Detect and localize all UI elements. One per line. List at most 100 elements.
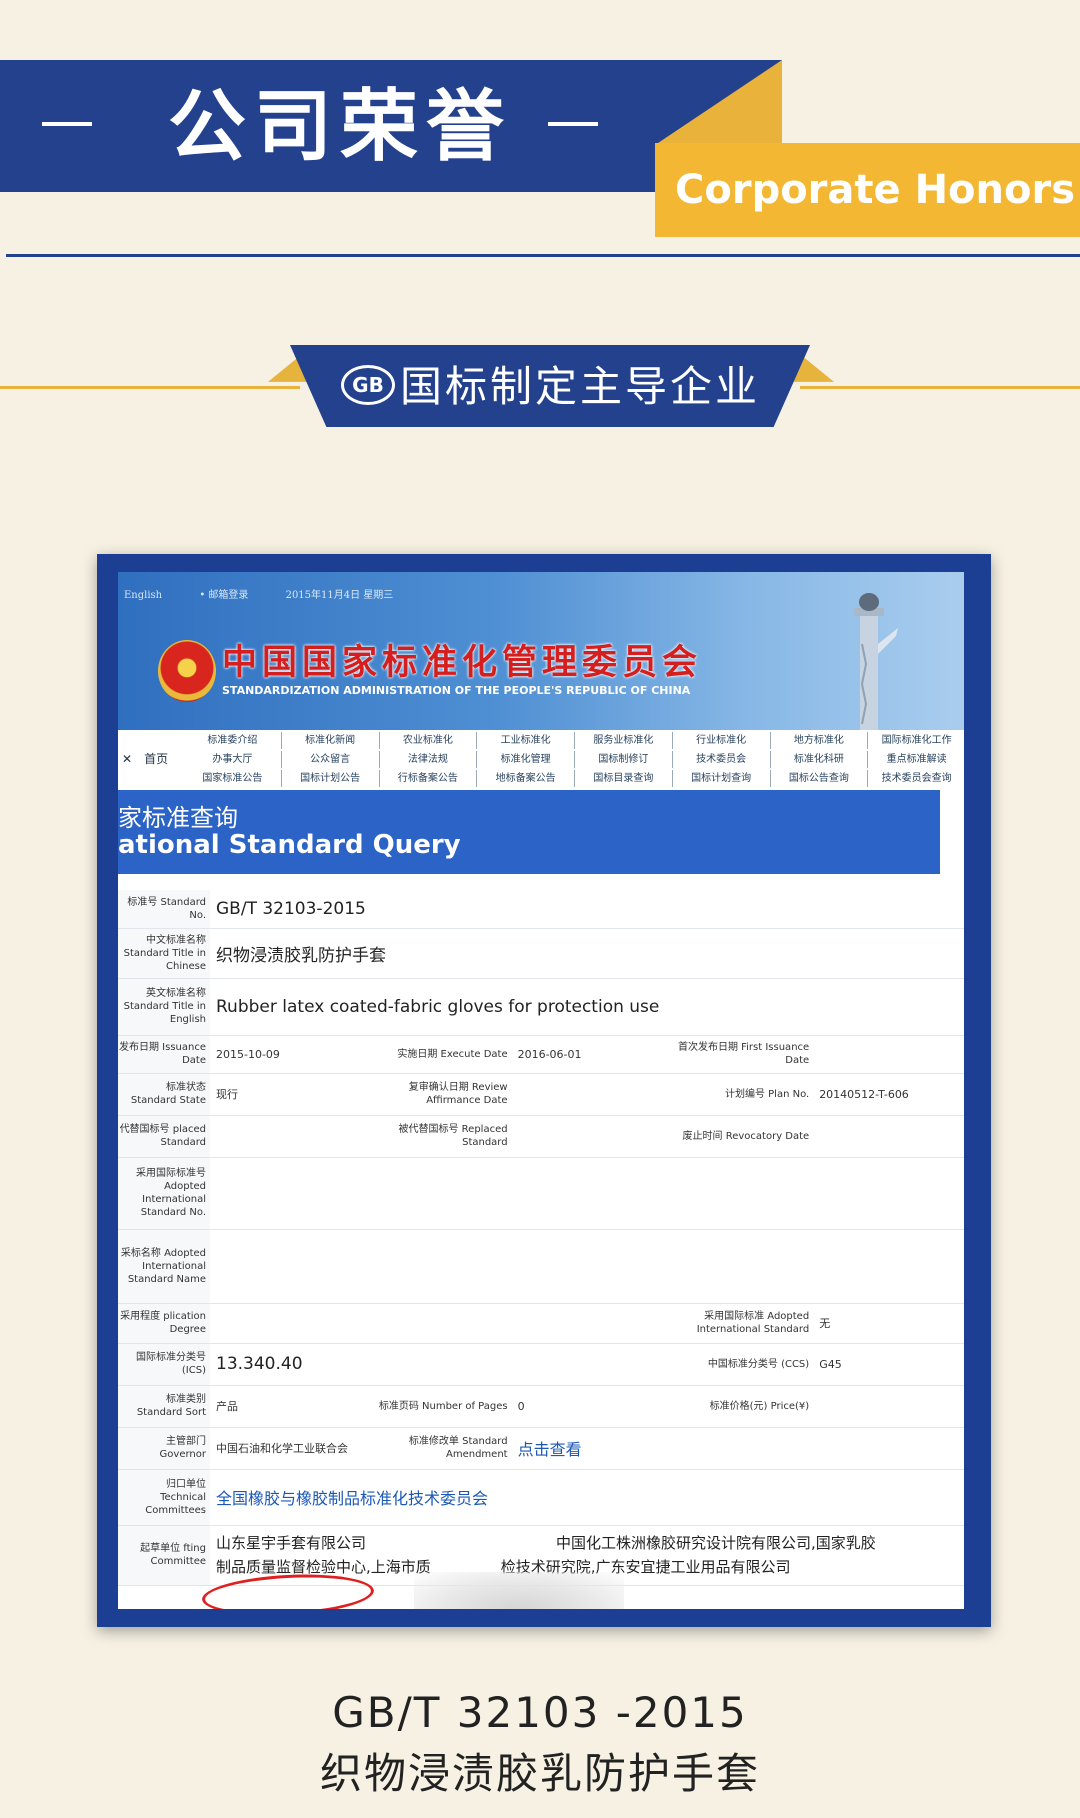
table-row: 国际标准分类号 (ICS) 13.340.40 中国标准分类号 (CCS) G4… bbox=[118, 1343, 964, 1386]
nav-item[interactable]: 国标制修订 bbox=[575, 751, 673, 768]
page-title: 公司荣誉 bbox=[168, 82, 513, 172]
site-title: 中国国家标准化管理委员会 bbox=[222, 642, 703, 683]
nav-item[interactable]: 行标备案公告 bbox=[380, 770, 478, 787]
state-label: 标准状态 Standard State bbox=[118, 1073, 210, 1116]
query-title-bar: 家标准查询 ational Standard Query bbox=[118, 790, 940, 874]
drafting-label: 起草单位 fting Committee bbox=[118, 1525, 210, 1586]
ics-value: 13.340.40 bbox=[210, 1343, 663, 1386]
site-header: English • 邮箱登录 2015年11月4日 星期三 中国国家标准化管理委… bbox=[118, 572, 964, 730]
nav-item[interactable]: 农业标准化 bbox=[380, 732, 478, 749]
nav-item[interactable]: 法律法规 bbox=[380, 751, 478, 768]
issuance-label: 发布日期 Issuance Date bbox=[118, 1035, 210, 1074]
topbar-english-link[interactable]: English bbox=[124, 590, 162, 601]
query-title-en: ational Standard Query bbox=[118, 830, 461, 860]
title-cn-label: 中文标准名称 Standard Title in Chinese bbox=[118, 928, 210, 979]
pages-label: 标准页码 Number of Pages bbox=[360, 1385, 512, 1428]
nav-item[interactable]: 标准化新闻 bbox=[282, 732, 380, 749]
page-subtitle-en: Corporate Honors bbox=[675, 167, 1076, 213]
nav-home-label: 首页 bbox=[144, 752, 169, 766]
ccs-label: 中国标准分类号 (CCS) bbox=[662, 1343, 814, 1386]
nav-item[interactable]: 服务业标准化 bbox=[575, 732, 673, 749]
replaced2-value bbox=[511, 1115, 663, 1158]
issuance-value: 2015-10-09 bbox=[210, 1035, 361, 1074]
table-row: 标准类别 Standard Sort 产品 标准页码 Number of Pag… bbox=[118, 1385, 964, 1428]
divider bbox=[6, 254, 1080, 257]
plan-label: 计划编号 Plan No. bbox=[662, 1073, 814, 1116]
revocatory-value bbox=[813, 1115, 964, 1158]
degree-value bbox=[210, 1303, 663, 1344]
price-label: 标准价格(元) Price(¥) bbox=[662, 1385, 814, 1428]
degree-label: 采用程度 plication Degree bbox=[118, 1303, 210, 1344]
ccs-value: G45 bbox=[813, 1343, 964, 1386]
screenshot-frame: English • 邮箱登录 2015年11月4日 星期三 中国国家标准化管理委… bbox=[97, 554, 991, 1627]
nav-item[interactable]: 国际标准化工作 bbox=[868, 732, 964, 749]
table-row: 标准号 Standard No. GB/T 32103-2015 bbox=[118, 890, 964, 929]
topbar-mail-login[interactable]: • 邮箱登录 bbox=[199, 590, 248, 601]
drafting-company-1: 山东星宇手套有限公司 bbox=[216, 1534, 367, 1552]
nav-item[interactable]: 技术委员会查询 bbox=[868, 770, 964, 787]
national-emblem-icon bbox=[158, 640, 216, 702]
standard-query-screenshot: English • 邮箱登录 2015年11月4日 星期三 中国国家标准化管理委… bbox=[118, 572, 964, 1609]
nav-item[interactable]: 国标目录查询 bbox=[575, 770, 673, 787]
site-nav: ✕ 首页 标准委介绍 标准化新闻 农业标准化 工业标准化 服务业标准化 行业标准化… bbox=[118, 730, 964, 790]
pages-value: 0 bbox=[511, 1385, 663, 1428]
topbar-date: 2015年11月4日 星期三 bbox=[285, 590, 394, 601]
nav-item[interactable]: 国标计划公告 bbox=[282, 770, 380, 787]
nav-item[interactable]: 公众留言 bbox=[282, 751, 380, 768]
nav-item[interactable]: 国标公告查询 bbox=[771, 770, 869, 787]
replaced-label: 代替国标号 placed Standard bbox=[118, 1115, 210, 1158]
gb-logo-icon: GB bbox=[341, 365, 395, 405]
nav-home[interactable]: ✕ 首页 bbox=[122, 750, 168, 767]
caption-standard-no: GB/T 32103 -2015 bbox=[332, 1688, 748, 1737]
nav-item[interactable]: 国家标准公告 bbox=[184, 770, 282, 787]
nav-item[interactable]: 标准化管理 bbox=[477, 751, 575, 768]
adopted-no-label: 采用国际标准号 Adopted International Standard N… bbox=[118, 1157, 210, 1230]
nav-item[interactable]: 工业标准化 bbox=[477, 732, 575, 749]
nav-grid: 标准委介绍 标准化新闻 农业标准化 工业标准化 服务业标准化 行业标准化 地方标… bbox=[184, 732, 964, 787]
site-topbar: English • 邮箱登录 2015年11月4日 星期三 bbox=[124, 586, 427, 601]
nav-item[interactable]: 办事大厅 bbox=[184, 751, 282, 768]
amendment-label: 标准修改单 Standard Amendment bbox=[360, 1427, 512, 1470]
title-en-value: Rubber latex coated-fabric gloves for pr… bbox=[210, 978, 964, 1036]
nav-item[interactable]: 重点标准解读 bbox=[868, 751, 964, 768]
nav-item[interactable]: 技术委员会 bbox=[673, 751, 771, 768]
nav-item[interactable]: 标准化科研 bbox=[771, 751, 869, 768]
replaced2-label: 被代替国标号 Replaced Standard bbox=[360, 1115, 512, 1158]
drafting-company-2: 中国化工株洲橡胶研究设计院有限公司,国家乳胶 bbox=[556, 1534, 876, 1552]
governor-label: 主管部门 Governor bbox=[118, 1427, 210, 1470]
site-subtitle: STANDARDIZATION ADMINISTRATION OF THE PE… bbox=[222, 684, 691, 697]
adopted-name-value bbox=[210, 1229, 964, 1304]
section-title: 国标制定主导企业 bbox=[400, 362, 761, 411]
table-row: 主管部门 Governor 中国石油和化学工业联合会 标准修改单 Standar… bbox=[118, 1427, 964, 1470]
adopted-name-label: 采标名称 Adopted International Standard Name bbox=[118, 1229, 210, 1304]
nav-item[interactable]: 地方标准化 bbox=[771, 732, 869, 749]
plan-value: 20140512-T-606 bbox=[813, 1073, 964, 1116]
caption-standard-title: 织物浸渍胶乳防护手套 bbox=[319, 1749, 760, 1798]
technical-value[interactable]: 全国橡胶与橡胶制品标准化技术委员会 bbox=[210, 1469, 964, 1526]
sort-value: 产品 bbox=[210, 1385, 361, 1428]
price-value bbox=[813, 1385, 964, 1428]
execute-value: 2016-06-01 bbox=[511, 1035, 663, 1074]
review-value bbox=[511, 1073, 663, 1116]
table-row: 英文标准名称 Standard Title in English Rubber … bbox=[118, 978, 964, 1036]
banner-dash-left bbox=[42, 122, 92, 126]
section-line-left bbox=[0, 386, 300, 389]
adopted-intl-value: 无 bbox=[813, 1303, 964, 1344]
adopted-no-value bbox=[210, 1157, 964, 1230]
table-row: 中文标准名称 Standard Title in Chinese 织物浸渍胶乳防… bbox=[118, 928, 964, 979]
drafting-company-3: 制品质量监督检验中心,上海市质 bbox=[216, 1558, 431, 1576]
standard-no-value: GB/T 32103-2015 bbox=[210, 890, 964, 929]
title-en-label: 英文标准名称 Standard Title in English bbox=[118, 978, 210, 1036]
amendment-link[interactable]: 点击查看 bbox=[511, 1427, 964, 1470]
nav-item[interactable]: 标准委介绍 bbox=[184, 732, 282, 749]
nav-item[interactable]: 地标备案公告 bbox=[477, 770, 575, 787]
table-row: 采用程度 plication Degree 采用国际标准 Adopted Int… bbox=[118, 1303, 964, 1344]
banner-dash-right bbox=[548, 122, 598, 126]
first-issuance-label: 首次发布日期 First Issuance Date bbox=[662, 1035, 814, 1074]
adopted-intl-label: 采用国际标准 Adopted International Standard bbox=[662, 1303, 814, 1344]
redaction-blur bbox=[414, 1572, 624, 1609]
review-label: 复审确认日期 Review Affirmance Date bbox=[360, 1073, 512, 1116]
nav-item[interactable]: 国标计划查询 bbox=[673, 770, 771, 787]
nav-item[interactable]: 行业标准化 bbox=[673, 732, 771, 749]
replaced-value bbox=[210, 1115, 361, 1158]
